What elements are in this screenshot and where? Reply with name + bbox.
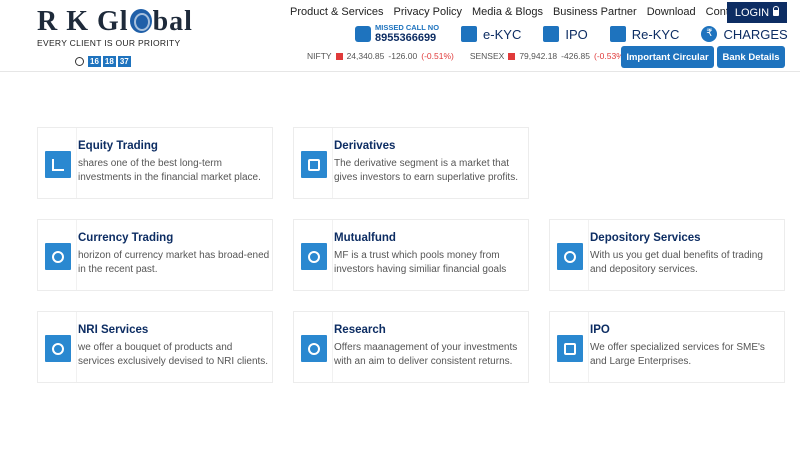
card-desc: With us you get dual benefits of trading… [590,250,763,275]
nav-media-blogs[interactable]: Media & Blogs [472,6,543,18]
quick-link-label: e-KYC [483,26,522,42]
login-button[interactable]: LOGIN [727,2,787,23]
card-title: NRI Services [78,324,149,336]
service-card-mutualfund[interactable]: Mutualfund MF is a trust which pools mon… [293,219,529,291]
card-desc: MF is a trust which pools money from inv… [334,250,507,275]
card-title: Currency Trading [78,232,174,244]
ekyc-icon [461,26,478,42]
coins-icon [557,243,583,270]
nifty-label: NIFTY [307,51,332,61]
card-title: Equity Trading [78,140,158,152]
card-title: Mutualfund [334,232,396,244]
clock-seconds: 37 [117,56,131,67]
card-desc: we offer a bouquet of products and servi… [78,342,269,367]
nav-business-partner[interactable]: Business Partner [553,6,637,18]
quick-link-charges[interactable]: ₹ CHARGES [701,26,788,42]
sensex-value: 79,942.18 [519,51,558,61]
card-desc: We offer specialized services for SME's … [590,342,765,367]
clock-hours: 16 [88,56,101,67]
globe-icon [129,9,152,33]
card-desc: The derivative segment is a market that … [334,158,518,183]
site-header: R K Gl bal EVERY CLIENT IS OUR PRIORITY 1… [0,0,800,72]
piggy-bank-icon [301,243,327,270]
quick-link-ekyc[interactable]: e-KYC [461,26,521,42]
bank-details-button[interactable]: Bank Details [717,46,785,68]
quick-link-ipo[interactable]: IPO [543,26,588,42]
card-desc: horizon of currency market has broad-ene… [78,250,270,275]
tagline: EVERY CLIENT IS OUR PRIORITY [37,38,181,48]
quick-links-row: MISSED CALL NO 8955366699 e-KYC IPO Re-K… [355,22,788,46]
quick-link-label: IPO [565,26,588,42]
presentation-icon [301,151,327,178]
clock: 16 18 37 [75,56,131,67]
lock-icon [773,5,780,16]
card-desc: Offers maanagement of your investments w… [334,342,518,367]
nav-download[interactable]: Download [647,6,696,18]
service-card-equity-trading[interactable]: Equity Trading shares one of the best lo… [37,127,273,199]
sensex-change: -426.85 [561,51,590,61]
service-card-derivatives[interactable]: Derivatives The derivative segment is a … [293,127,529,199]
research-icon [301,335,327,362]
ipo-card-icon [557,335,583,362]
rekyc-icon [609,26,626,42]
chart-icon [45,151,71,178]
logo[interactable]: R K Gl bal EVERY CLIENT IS OUR PRIORITY [37,6,192,49]
card-title: Depository Services [590,232,701,244]
service-card-nri-services[interactable]: NRI Services we offer a bouquet of produ… [37,311,273,383]
quick-link-rekyc[interactable]: Re-KYC [609,26,680,42]
quick-link-label: CHARGES [723,26,788,42]
top-nav: Product & Services Privacy Policy Media … [290,6,760,18]
nifty-pct: (-0.51%) [421,51,454,61]
currency-icon [45,243,71,270]
missed-call[interactable]: MISSED CALL NO 8955366699 [355,24,439,44]
service-card-depository-services[interactable]: Depository Services With us you get dual… [549,219,785,291]
nifty-change: -126.00 [388,51,418,61]
missed-call-number: 8955366699 [375,32,437,44]
logo-text-start: R K Gl [37,6,129,37]
phone-icon [355,26,371,42]
market-ticker: NIFTY 24,340.85 -126.00 (-0.51%) SENSEX 7… [307,51,627,61]
service-card-currency-trading[interactable]: Currency Trading horizon of currency mar… [37,219,273,291]
nri-icon [45,335,71,362]
sensex-label: SENSEX [469,51,505,61]
card-title: IPO [590,324,610,336]
card-title: Derivatives [334,140,396,152]
card-desc: shares one of the best long-term investm… [78,158,261,183]
clock-icon [75,57,84,66]
logo-text-end: bal [152,6,193,37]
missed-call-label: MISSED CALL NO [375,23,440,32]
login-label: LOGIN [734,6,770,19]
service-card-research[interactable]: Research Offers maanagement of your inve… [293,311,529,383]
card-title: Research [334,324,386,336]
rupee-icon: ₹ [701,26,718,42]
clock-minutes: 18 [102,56,116,67]
ipo-icon [543,26,560,42]
important-circular-button[interactable]: Important Circular [621,46,714,68]
quick-link-label: Re-KYC [631,26,680,42]
down-arrow-icon [335,52,343,60]
service-card-ipo[interactable]: IPO We offer specialized services for SM… [549,311,785,383]
nifty-value: 24,340.85 [346,51,385,61]
nav-privacy-policy[interactable]: Privacy Policy [394,6,462,18]
nav-product-services[interactable]: Product & Services [290,6,384,18]
down-arrow-icon [508,52,516,60]
